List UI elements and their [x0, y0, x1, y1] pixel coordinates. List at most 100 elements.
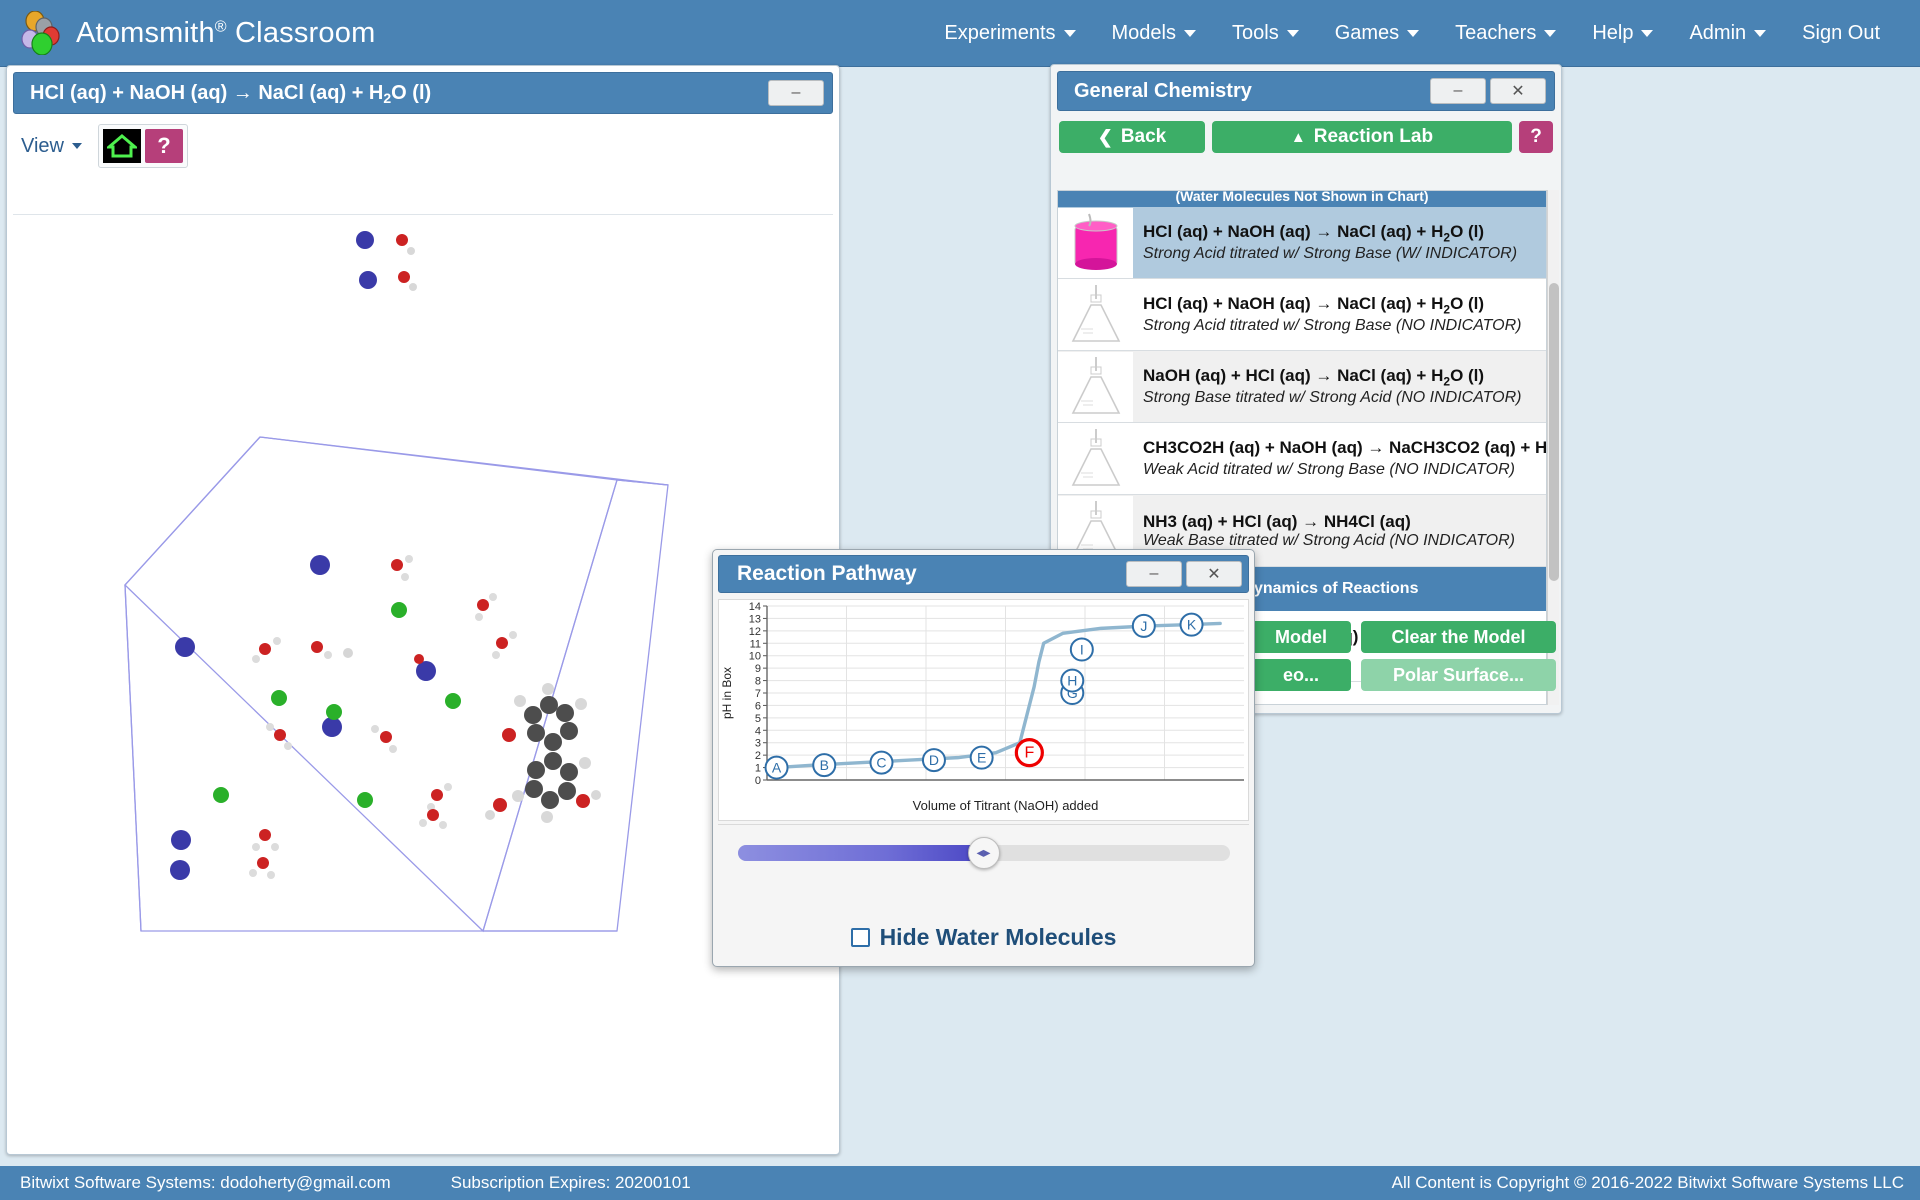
equation-suffix: O (l): [1450, 366, 1485, 386]
reaction-list-clipped-note: (Water Molecules Not Shown in Chart): [1058, 191, 1546, 207]
scrollbar-thumb[interactable]: [1549, 282, 1559, 582]
minimize-button[interactable]: –: [768, 80, 824, 106]
nav-item-teachers[interactable]: Teachers: [1437, 16, 1574, 51]
model-window-controls: –: [768, 80, 824, 106]
brand-name: Atomsmith: [76, 16, 215, 49]
svg-text:4: 4: [755, 725, 761, 737]
nav-item-sign-out[interactable]: Sign Out: [1784, 16, 1898, 51]
page-title: Atomsmith® Classroom: [76, 17, 375, 50]
nav-item-admin[interactable]: Admin: [1671, 16, 1784, 51]
reaction-equation: HCl (aq) + NaOH (aq) → NaCl (aq) + H2O (…: [1143, 222, 1517, 244]
svg-text:6: 6: [755, 700, 761, 712]
equation-suffix: O (l): [1450, 222, 1485, 242]
svg-text:B: B: [820, 757, 829, 773]
reaction-equation: HCl (aq) + NaOH (aq) → NaCl (aq) + H2O (…: [1143, 294, 1522, 316]
chevron-down-icon: [72, 143, 82, 149]
slider-handle[interactable]: ◂▸: [967, 836, 1000, 869]
reaction-description: Weak Base titrated w/ Strong Acid (NO IN…: [1143, 531, 1515, 549]
reaction-info: HCl (aq) + NaOH (aq) → NaCl (aq) + H2O (…: [1133, 290, 1532, 338]
registered-mark: ®: [214, 17, 227, 35]
minimize-button[interactable]: –: [1126, 561, 1182, 587]
titration-chart[interactable]: 0 1 2 3 4 5 6 7 8 9 10 11 12 13 14 A B C D E F G H I J K Volume of…: [718, 599, 1249, 821]
footer-copyright-text: All Content is Copyright © 2016-2022 Bit…: [1391, 1173, 1904, 1192]
slider-arrows-icon: ◂▸: [976, 844, 991, 860]
hide-water-label: Hide Water Molecules: [879, 923, 1117, 950]
svg-text:K: K: [1187, 617, 1197, 633]
back-button[interactable]: ❮ Back: [1059, 121, 1205, 153]
list-item[interactable]: NaOH (aq) + HCl (aq) → NaCl (aq) + H2O (…: [1058, 351, 1546, 423]
timeline-slider[interactable]: ◂▸: [737, 836, 1230, 869]
close-button[interactable]: ✕: [1186, 561, 1242, 587]
equation-suffix: O (l): [1450, 294, 1485, 314]
flask-icon: [1058, 279, 1133, 350]
reaction-info: HCl (aq) + NaOH (aq) → NaCl (aq) + H2O (…: [1133, 218, 1527, 266]
svg-text:10: 10: [749, 651, 761, 663]
svg-text:9: 9: [755, 663, 761, 675]
svg-text:2: 2: [755, 750, 761, 762]
molecule-3d-canvas[interactable]: [13, 214, 833, 1148]
reaction-description: Strong Acid titrated w/ Strong Base (NO …: [1143, 316, 1522, 334]
reaction-lab-button[interactable]: ▲ Reaction Lab: [1212, 121, 1512, 153]
view-menu[interactable]: View: [21, 135, 82, 158]
chevron-down-icon: [1286, 29, 1299, 37]
minimize-button[interactable]: –: [1430, 78, 1486, 104]
flask-icon: [1058, 423, 1133, 494]
help-button[interactable]: ?: [143, 127, 185, 165]
svg-text:A: A: [772, 760, 782, 776]
reaction-pathway-title: Reaction Pathway: [737, 562, 917, 585]
close-button[interactable]: ✕: [1490, 78, 1546, 104]
hide-water-row: Hide Water Molecules: [718, 913, 1249, 961]
svg-text:7: 7: [755, 688, 761, 700]
reaction-equation: NaOH (aq) + HCl (aq) → NaCl (aq) + H2O (…: [1143, 366, 1522, 388]
chevron-down-icon: [1063, 29, 1076, 37]
list-item[interactable]: CH3CO2H (aq) + NaOH (aq) → NaCH3CO2 (aq)…: [1058, 423, 1546, 495]
home-button[interactable]: [101, 127, 143, 165]
svg-text:1: 1: [755, 763, 761, 775]
chevron-down-icon: [1544, 29, 1557, 37]
polar-surface-button[interactable]: Polar Surface...: [1361, 659, 1556, 691]
clear-the-model-button[interactable]: Clear the Model: [1361, 621, 1556, 653]
model-title-subscript: 2: [383, 89, 392, 106]
titration-chart-svg: 01234567891011121314A B C D E FGHIJ KVolume of…: [720, 601, 1244, 813]
nav-item-models[interactable]: Models: [1094, 16, 1214, 51]
hide-water-checkbox[interactable]: [850, 927, 870, 947]
svg-text:11: 11: [750, 638, 761, 650]
svg-text:Volume of Titrant (NaOH) added: Volume of Titrant (NaOH) added: [913, 798, 1099, 813]
chevron-down-icon: [1641, 29, 1654, 37]
panel-window-controls: – ✕: [1430, 78, 1546, 104]
list-item[interactable]: HCl (aq) + NaOH (aq) → NaCl (aq) + H2O (…: [1058, 279, 1546, 351]
list-item[interactable]: HCl (aq) + NaOH (aq) → NaCl (aq) + H2O (…: [1058, 207, 1546, 279]
svg-text:I: I: [1080, 642, 1084, 658]
model-toolbar: View ?: [7, 120, 839, 172]
svg-text:0: 0: [755, 775, 761, 787]
panel-action-bar: ❮ Back ▲ Reaction Lab ?: [1051, 117, 1561, 159]
equation-prefix: NH3 (aq) + HCl (aq) → NH4Cl (aq): [1143, 511, 1411, 531]
atomsmith-logo-icon: [18, 10, 64, 56]
panel-help-button[interactable]: ?: [1519, 121, 1553, 153]
model-action-buttons-row-2: eo... Polar Surface...: [1251, 659, 1556, 691]
model-button[interactable]: Model: [1251, 621, 1351, 653]
svg-text:D: D: [929, 752, 939, 768]
nav-item-tools[interactable]: Tools: [1214, 16, 1317, 51]
chevron-down-icon: [1184, 29, 1196, 37]
chevron-down-icon: [1754, 29, 1767, 37]
slider-fill: [737, 844, 984, 861]
flask-icon: [1058, 351, 1133, 422]
svg-text:5: 5: [755, 713, 761, 725]
svg-text:pH in Box: pH in Box: [720, 667, 734, 719]
equation-prefix: HCl (aq) + NaOH (aq) → NaCl (aq) + H: [1143, 222, 1444, 242]
video-button[interactable]: eo...: [1251, 659, 1351, 691]
nav-item-games[interactable]: Games: [1317, 16, 1437, 51]
nav-item-help[interactable]: Help: [1574, 16, 1671, 51]
svg-text:F: F: [1024, 745, 1034, 762]
nav-item-experiments[interactable]: Experiments: [926, 16, 1093, 51]
reaction-pathway-titlebar: Reaction Pathway – ✕: [718, 555, 1249, 593]
model-window-title: HCl (aq) + NaOH (aq) → NaCl (aq) + H2O (…: [22, 82, 431, 106]
footer-subscription-text: Subscription Expires: 20200101: [450, 1173, 691, 1192]
reaction-info: NaOH (aq) + HCl (aq) → NaCl (aq) + H2O (…: [1133, 362, 1532, 410]
back-button-label: Back: [1120, 126, 1167, 147]
model-action-buttons-row-1: Model Clear the Model: [1251, 621, 1556, 653]
svg-text:14: 14: [749, 601, 761, 613]
svg-text:3: 3: [755, 738, 761, 750]
reaction-description: Strong Base titrated w/ Strong Acid (NO …: [1143, 388, 1522, 406]
